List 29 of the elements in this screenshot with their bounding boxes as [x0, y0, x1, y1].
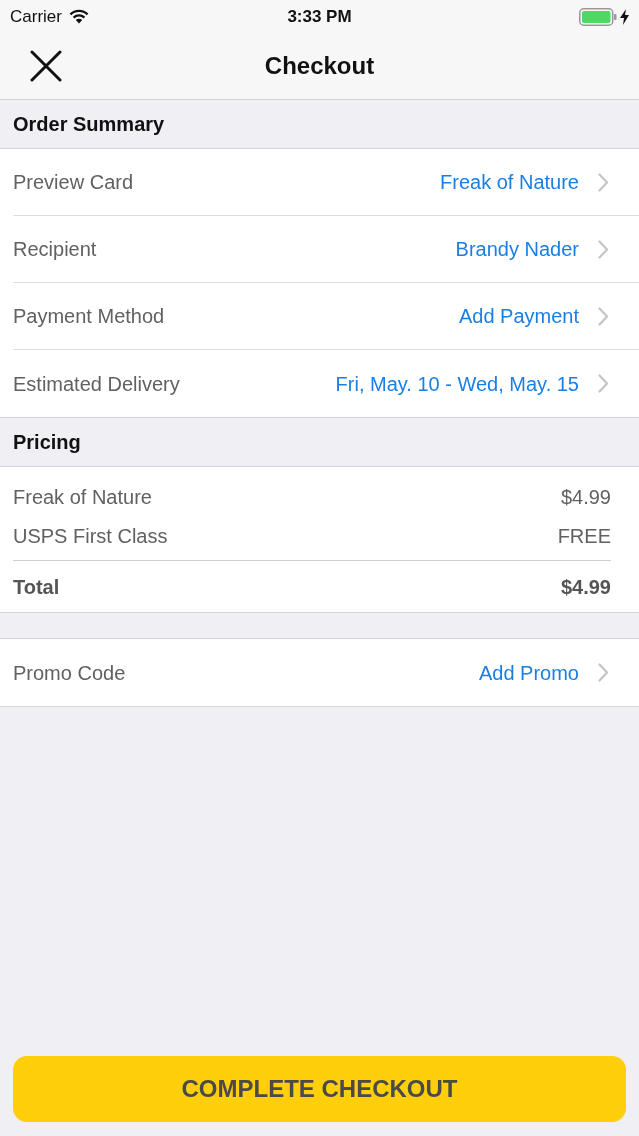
total-amount: $4.99 [560, 574, 611, 600]
row-value-link[interactable]: Fri, May. 10 - Wed, May. 15 [335, 368, 579, 399]
row-value-link[interactable]: Add Payment [458, 301, 579, 331]
row-label: Recipient [13, 237, 97, 262]
row-value-link[interactable]: Brandy Nader [455, 234, 579, 264]
price-item-amount: $4.99 [560, 484, 611, 510]
row-label: Payment Method [13, 304, 165, 329]
chevron-right-icon [598, 374, 609, 393]
battery-icon [579, 7, 617, 26]
row-value-link[interactable]: Freak of Nature [440, 167, 579, 197]
chevron-right-icon [598, 239, 609, 259]
row-value-link[interactable]: Add Promo [478, 657, 579, 688]
chevron-right-icon [598, 663, 609, 682]
row-label: Preview Card [13, 170, 134, 195]
status-time: 3:33 PM [287, 5, 352, 28]
price-item-amount: FREE [557, 523, 611, 549]
close-icon [30, 50, 62, 82]
screen-title: Checkout [264, 51, 375, 81]
chevron-right-icon [598, 306, 609, 326]
price-item-label: Freak of Nature [13, 484, 152, 510]
complete-checkout-button[interactable]: COMPLETE CHECKOUT [13, 1056, 626, 1122]
charging-bolt-icon [620, 8, 629, 25]
total-label: Total [13, 574, 60, 600]
chevron-right-icon [598, 172, 609, 192]
row-label: Estimated Delivery [13, 371, 180, 397]
price-item-label: USPS First Class [13, 523, 168, 549]
row-label: Promo Code [13, 660, 126, 686]
wifi-icon [68, 9, 89, 24]
carrier-label: Carrier [10, 5, 62, 28]
